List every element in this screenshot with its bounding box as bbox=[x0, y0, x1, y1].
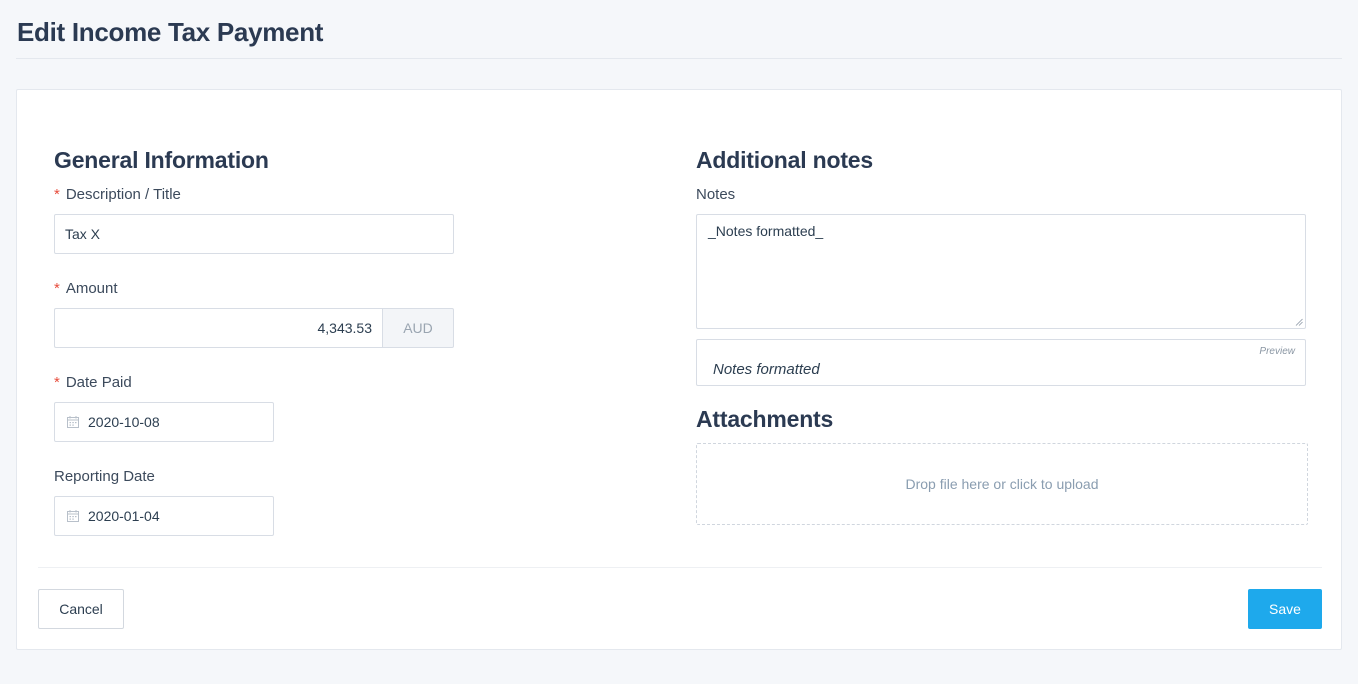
attachments-dropzone[interactable]: Drop file here or click to upload bbox=[696, 443, 1308, 525]
amount-value: 4,343.53 bbox=[317, 320, 373, 336]
general-information-heading: General Information bbox=[54, 147, 269, 173]
form-card: General Information * Description / Title… bbox=[16, 89, 1342, 650]
date-paid-label-text: Date Paid bbox=[65, 374, 132, 391]
date-paid-value: 2020-10-08 bbox=[88, 414, 160, 430]
resize-grip-icon[interactable] bbox=[1295, 318, 1303, 326]
notes-preview: Preview Notes formatted bbox=[696, 339, 1306, 386]
reporting-date-value: 2020-01-04 bbox=[88, 508, 160, 524]
currency-addon: AUD bbox=[382, 308, 454, 348]
required-mark: * bbox=[54, 374, 60, 391]
additional-notes-heading: Additional notes bbox=[696, 147, 873, 173]
attachments-heading: Attachments bbox=[696, 406, 834, 432]
calendar-icon bbox=[67, 416, 79, 428]
notes-label: Notes bbox=[696, 186, 736, 203]
notes-value: _Notes formatted_ bbox=[708, 223, 824, 239]
preview-text: Notes formatted bbox=[713, 361, 820, 378]
additional-notes-section: Additional notes Notes _Notes formatted_… bbox=[696, 145, 1308, 525]
footer-divider bbox=[38, 567, 1322, 568]
description-label-text: Description / Title bbox=[65, 186, 181, 203]
description-label: * Description / Title bbox=[54, 186, 454, 204]
required-mark: * bbox=[54, 186, 60, 203]
required-mark: * bbox=[54, 280, 60, 297]
description-input[interactable]: Tax X bbox=[54, 214, 454, 254]
calendar-icon bbox=[67, 510, 79, 522]
amount-input-group: 4,343.53 AUD bbox=[54, 308, 454, 348]
amount-input[interactable]: 4,343.53 bbox=[54, 308, 382, 348]
title-divider bbox=[16, 58, 1342, 59]
general-information-section: General Information * Description / Title… bbox=[54, 145, 454, 536]
notes-textarea[interactable]: _Notes formatted_ bbox=[696, 214, 1306, 329]
amount-label: * Amount bbox=[54, 280, 454, 298]
amount-label-text: Amount bbox=[65, 280, 118, 297]
dropzone-text: Drop file here or click to upload bbox=[905, 476, 1099, 492]
date-paid-label: * Date Paid bbox=[54, 374, 454, 392]
reporting-date-label: Reporting Date bbox=[54, 468, 155, 485]
cancel-button[interactable]: Cancel bbox=[38, 589, 124, 629]
description-value: Tax X bbox=[65, 226, 101, 242]
page-title: Edit Income Tax Payment bbox=[17, 17, 324, 47]
reporting-date-input[interactable]: 2020-01-04 bbox=[54, 496, 274, 536]
save-button[interactable]: Save bbox=[1248, 589, 1322, 629]
preview-tag: Preview bbox=[1259, 346, 1295, 357]
date-paid-input[interactable]: 2020-10-08 bbox=[54, 402, 274, 442]
